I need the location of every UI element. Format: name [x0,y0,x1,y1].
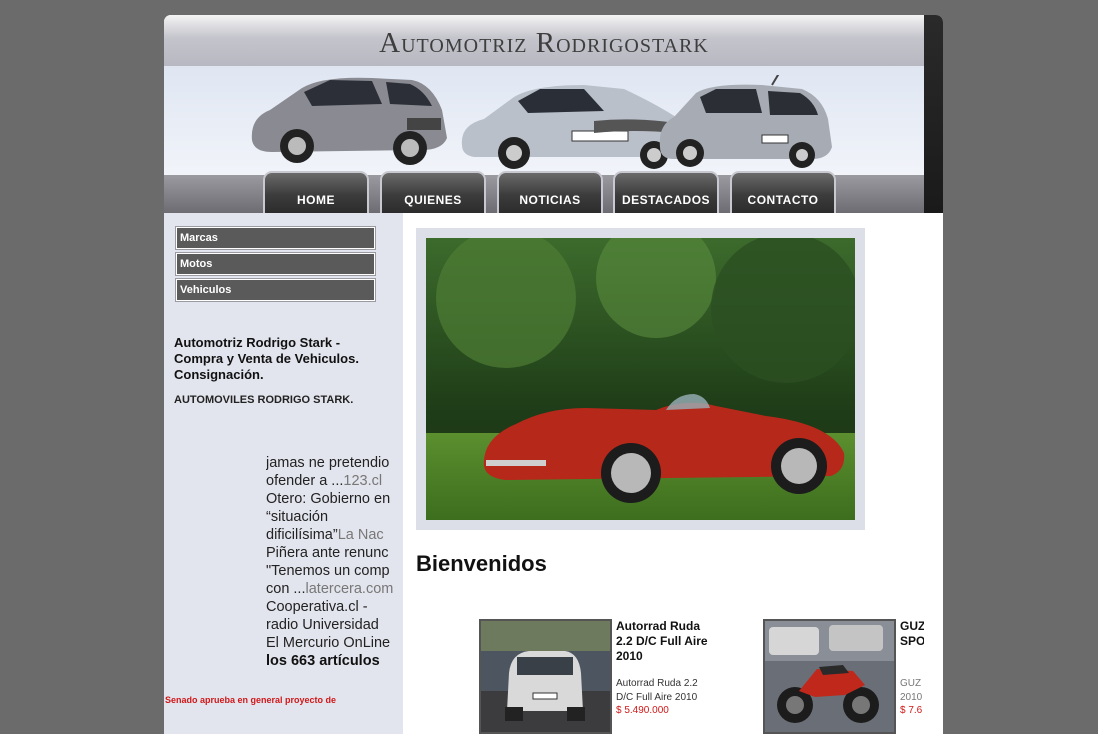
news-count-link[interactable]: los 663 artículos [266,652,394,670]
listing-thumbnail[interactable] [763,619,896,734]
sidebar-item-vehiculos[interactable]: Vehiculos [175,278,376,302]
news-line[interactable]: Cooperativa.cl - [266,598,394,616]
nav-contacto[interactable]: CONTACTO [730,171,836,213]
news-line[interactable]: "Tenemos un comp [266,562,394,580]
header-banner: Automotriz Rodrigostark HOME QUIENES NOT… [164,15,924,213]
hero-image [426,238,855,520]
hatchback-image [659,75,832,168]
news-feed: jamas ne pretendio ofender a ...123.cl O… [266,454,394,674]
listing-price: $ 5.490.000 [616,705,669,716]
main-content: Bienvenidos Autorrad Ruda 2.2 D/C Full A… [403,213,943,734]
motorcycle-photo [765,621,894,732]
nav-quienes-somos[interactable]: QUIENES SOMOS [380,171,486,213]
suv-image [251,77,447,165]
site-title: Automotriz Rodrigostark [379,27,709,59]
news-text[interactable]: con ... [266,581,306,597]
listing-description: GUZ 2010 [900,678,923,703]
news-line: dificilísima”La Nac [266,526,394,544]
nav-destacados[interactable]: DESTACADOS [613,171,719,213]
news-source-link[interactable]: latercera.com [306,581,394,597]
page: Automotriz Rodrigostark HOME QUIENES NOT… [164,15,943,734]
nav-home[interactable]: HOME [263,171,369,213]
sidebar-heading: Automotriz Rodrigo Stark - Compra y Vent… [174,335,359,382]
sidebar-subheading: AUTOMOVILES RODRIGO STARK. [174,394,354,406]
red-roadster-image [426,238,855,520]
listing-title[interactable]: GUZ SPO [900,619,924,649]
news-line: jamas ne pretendio [266,455,390,471]
nav-noticias[interactable]: NOTICIAS [497,171,603,213]
news-line[interactable]: Piñera ante renunc [266,544,394,562]
news-text[interactable]: dificilísima” [266,527,338,543]
news-line: con ...latercera.com [266,580,394,598]
listing-description: Autorrad Ruda 2.2 D/C Full Aire 2010 [616,678,698,703]
sidebar-item-motos[interactable]: Motos [175,252,376,276]
hero-frame [416,228,865,530]
listing-price: $ 7.6 [900,705,923,716]
news-line[interactable]: El Mercurio OnLine [266,634,394,652]
news-line: ofender a ...123.cl [266,472,394,490]
news-ticker[interactable]: Senado aprueba en general proyecto de [165,695,336,705]
header-edge [924,15,943,213]
news-line[interactable]: “situación [266,508,394,526]
welcome-heading: Bienvenidos [416,551,547,576]
listing-title[interactable]: Autorrad Ruda 2.2 D/C Full Aire 2010 [616,619,708,664]
news-line[interactable]: Otero: Gobierno en [266,490,394,508]
sidebar-item-marcas[interactable]: Marcas [175,226,376,250]
pickup-photo [481,621,610,732]
sidebar: Marcas Motos Vehiculos Automotriz Rodrig… [164,213,403,734]
listing-thumbnail[interactable] [479,619,612,734]
news-line[interactable]: radio Universidad [266,616,394,634]
title-band: Automotriz Rodrigostark [164,15,924,66]
news-text: ofender a ... [266,473,344,489]
news-source-link[interactable]: 123.cl [343,473,382,489]
news-source-link[interactable]: La Nac [338,527,384,543]
